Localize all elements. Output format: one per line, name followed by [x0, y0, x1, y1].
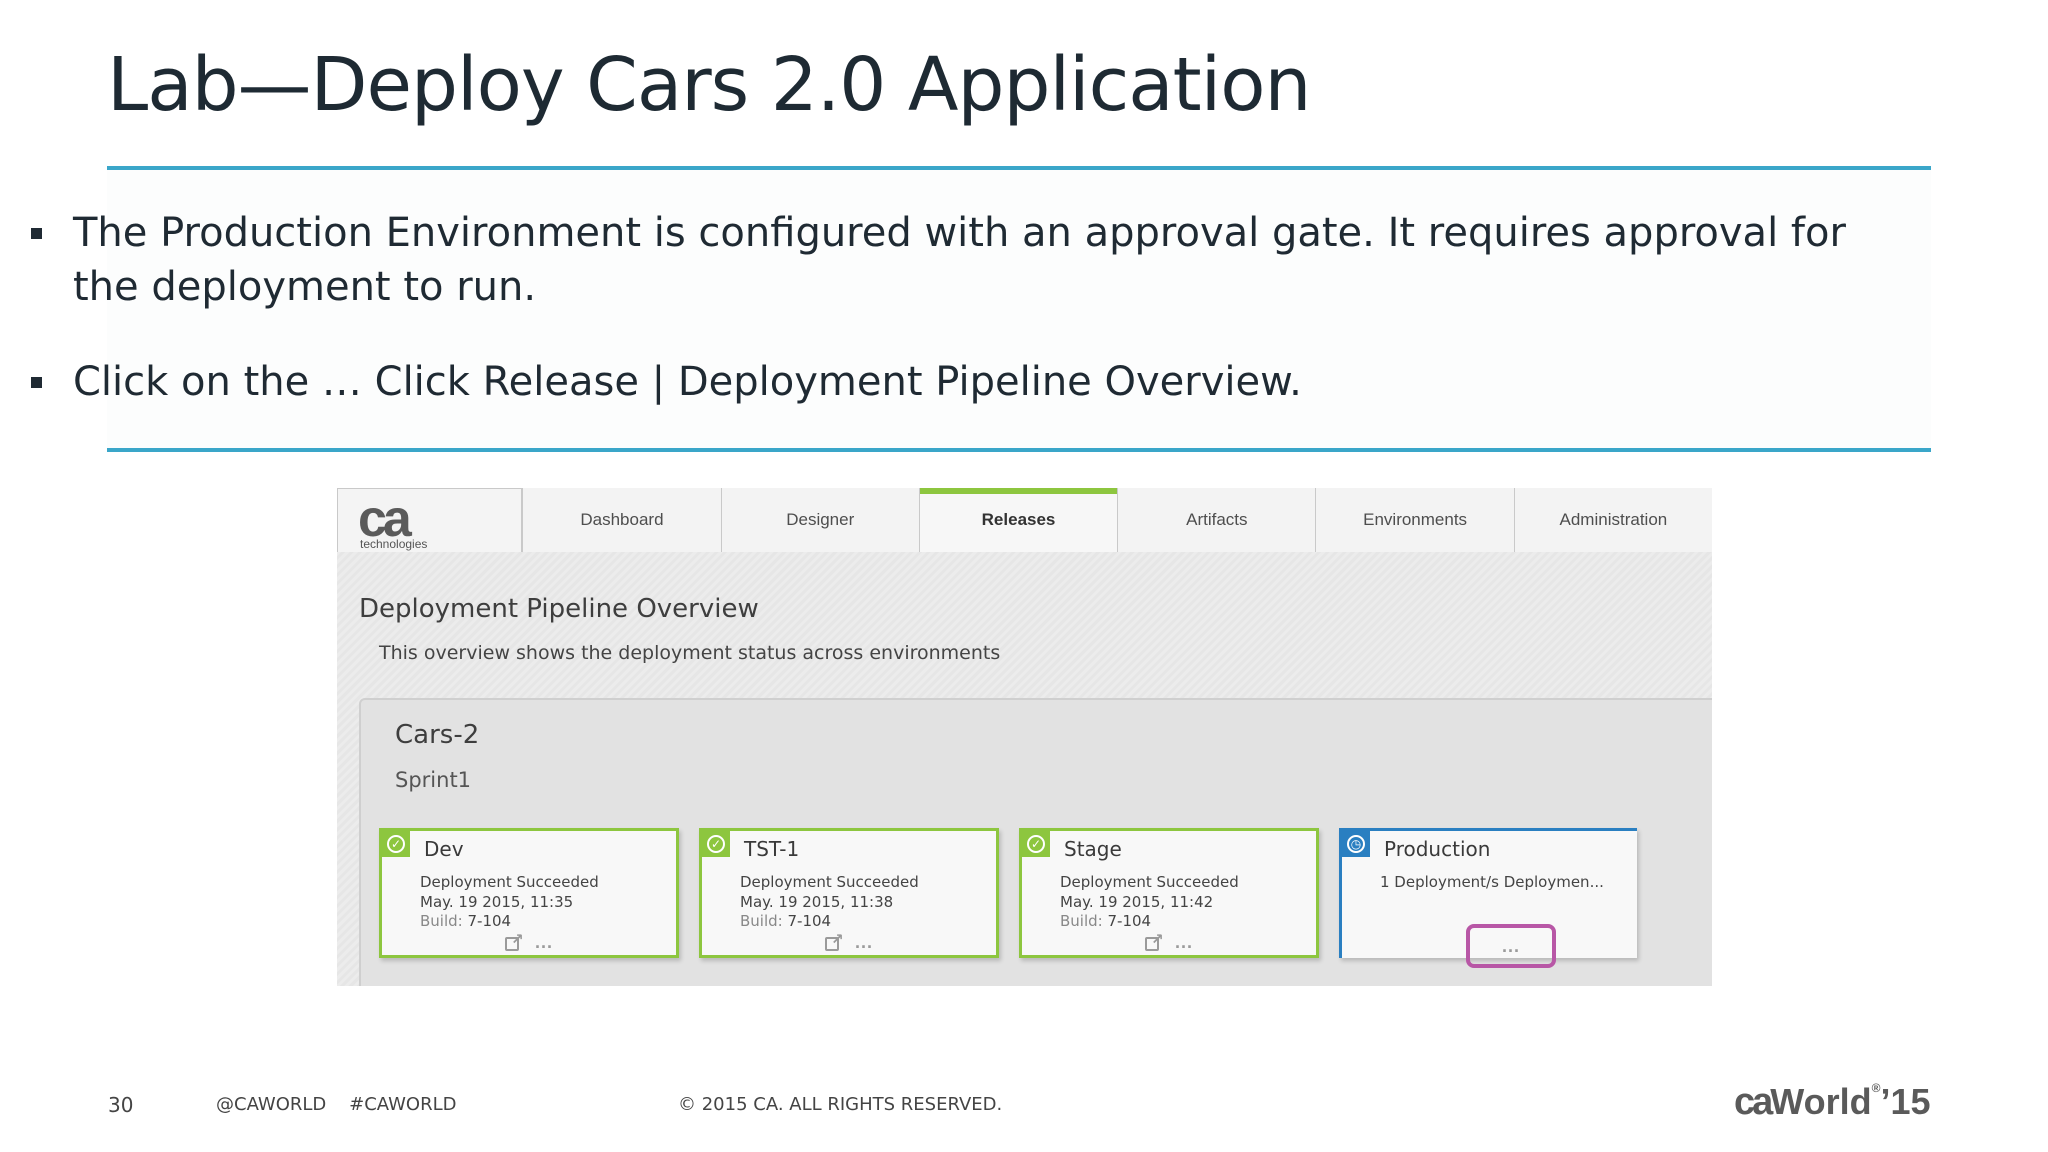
env-actions: ↗ ... [702, 931, 996, 951]
env-date: May. 19 2015, 11:35 [420, 893, 574, 911]
ca-logo[interactable]: ca technologies [337, 488, 523, 552]
env-build: Build: 7-104 [740, 912, 831, 930]
env-status-text: Deployment Succeeded [740, 873, 919, 891]
tab-dashboard[interactable]: Dashboard [522, 488, 721, 552]
external-link-icon[interactable]: ↗ [504, 931, 525, 951]
brand-ca: ca [1734, 1081, 1773, 1123]
page-heading: Deployment Pipeline Overview [359, 594, 759, 624]
env-status-text: 1 Deployment/s Deploymen... [1380, 873, 1604, 891]
brand-year: ’15 [1880, 1081, 1931, 1122]
status-badge: ✓ [702, 831, 730, 857]
release-panel: Cars-2 Sprint1 ✓ Dev Deployment Succeede… [359, 698, 1712, 986]
check-icon: ✓ [707, 835, 725, 853]
release-name: Cars-2 [395, 720, 480, 750]
status-badge: ✓ [382, 831, 410, 857]
social-handles: @CAWORLD #CAWORLD [216, 1094, 457, 1115]
more-icon[interactable]: ... [535, 933, 553, 951]
env-name: TST-1 [744, 837, 800, 861]
status-badge: ◷ [1342, 831, 1370, 857]
app-body: Deployment Pipeline Overview This overvi… [337, 552, 1712, 986]
env-build: Build: 7-104 [1060, 912, 1151, 930]
more-button-highlighted[interactable]: ... [1466, 924, 1556, 968]
tab-administration[interactable]: Administration [1513, 488, 1712, 552]
env-date: May. 19 2015, 11:42 [1060, 893, 1214, 911]
external-link-icon[interactable]: ↗ [1144, 931, 1165, 951]
env-status-text: Deployment Succeeded [1060, 873, 1239, 891]
check-icon: ✓ [1027, 835, 1045, 853]
clock-icon: ◷ [1347, 835, 1365, 853]
env-card-production[interactable]: ◷ Production 1 Deployment/s Deploymen...… [1339, 828, 1637, 968]
page-description: This overview shows the deployment statu… [379, 642, 1001, 664]
more-icon: ... [1501, 936, 1520, 956]
bullet-square-icon [31, 377, 42, 388]
env-name: Production [1384, 837, 1491, 861]
build-label: Build: [420, 912, 463, 930]
env-name: Dev [424, 837, 464, 861]
brand-world: World [1770, 1081, 1872, 1122]
page-number: 30 [108, 1093, 134, 1117]
env-date: May. 19 2015, 11:38 [740, 893, 894, 911]
sprint-name: Sprint1 [395, 768, 472, 792]
external-link-icon[interactable]: ↗ [824, 931, 845, 951]
tab-designer[interactable]: Designer [720, 488, 919, 552]
env-card-dev[interactable]: ✓ Dev Deployment Succeeded May. 19 2015,… [379, 828, 679, 958]
bullet-item: The Production Environment is configured… [31, 206, 1893, 314]
env-card-stage[interactable]: ✓ Stage Deployment Succeeded May. 19 201… [1019, 828, 1319, 958]
more-icon[interactable]: ... [1175, 933, 1193, 951]
more-icon[interactable]: ... [855, 933, 873, 951]
build-label: Build: [1060, 912, 1103, 930]
env-name: Stage [1064, 837, 1122, 861]
app-screenshot: ca technologies Dashboard Designer Relea… [337, 488, 1712, 986]
bullet-text: The Production Environment is configured… [73, 210, 1846, 310]
build-label: Build: [740, 912, 783, 930]
env-actions: ↗ ... [1022, 931, 1316, 951]
slide-title: Lab—Deploy Cars 2.0 Application [107, 42, 1311, 128]
check-icon: ✓ [387, 835, 405, 853]
build-value: 7-104 [1107, 912, 1152, 930]
tab-artifacts[interactable]: Artifacts [1117, 488, 1316, 552]
build-value: 7-104 [787, 912, 832, 930]
tab-releases[interactable]: Releases [918, 488, 1118, 552]
caworld-logo: caWorld®’15 [1734, 1081, 1931, 1124]
env-actions: ↗ ... [382, 931, 676, 951]
bottom-divider [107, 448, 1931, 452]
bullet-item: Click on the … Click Release | Deploymen… [31, 355, 1302, 409]
env-status-text: Deployment Succeeded [420, 873, 599, 891]
app-nav-bar: ca technologies Dashboard Designer Relea… [337, 488, 1712, 552]
copyright: © 2015 CA. ALL RIGHTS RESERVED. [678, 1094, 1003, 1115]
ca-logo-subtitle: technologies [360, 537, 428, 551]
bullet-square-icon [31, 228, 42, 239]
tab-environments[interactable]: Environments [1315, 488, 1514, 552]
build-value: 7-104 [467, 912, 512, 930]
env-build: Build: 7-104 [420, 912, 511, 930]
status-badge: ✓ [1022, 831, 1050, 857]
bullet-text: Click on the … Click Release | Deploymen… [73, 359, 1302, 405]
env-card-tst-1[interactable]: ✓ TST-1 Deployment Succeeded May. 19 201… [699, 828, 999, 958]
